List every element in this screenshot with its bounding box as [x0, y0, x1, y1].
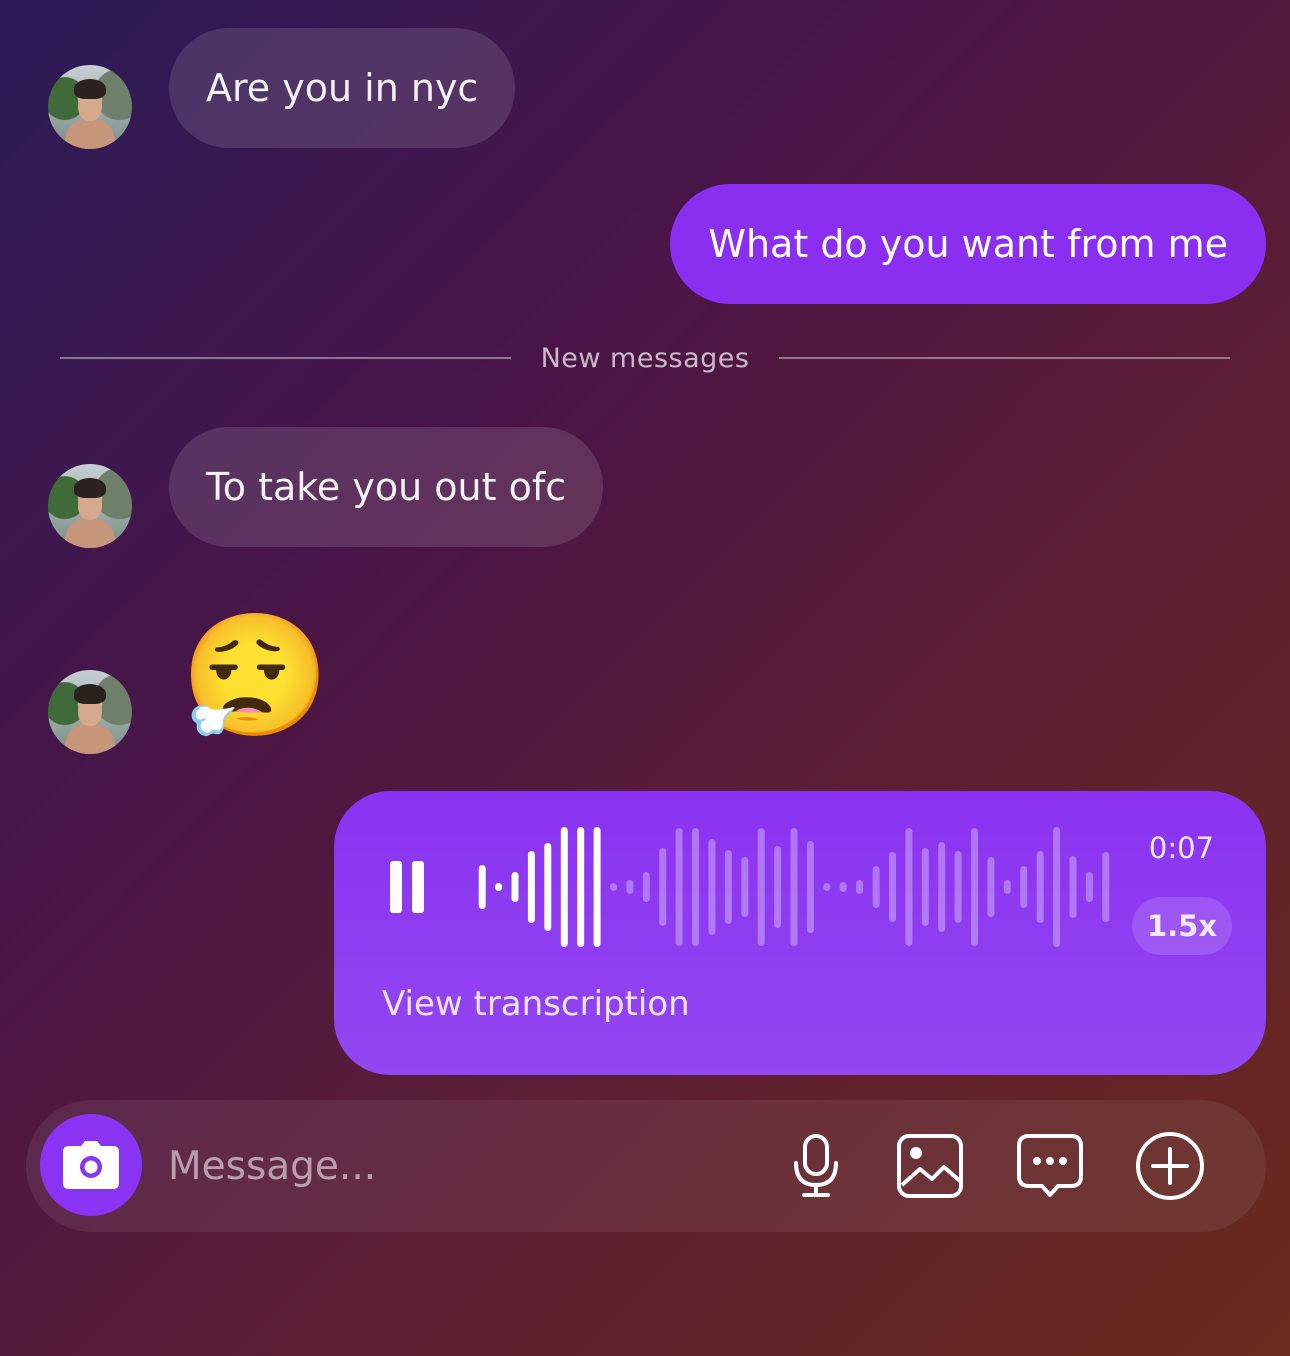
waveform-bar	[1003, 880, 1011, 894]
waveform-bar	[527, 851, 535, 923]
waveform-bar	[495, 883, 503, 891]
avatar-neck	[66, 724, 114, 754]
new-messages-label: New messages	[540, 342, 750, 374]
waveform-bar	[560, 827, 568, 947]
add-button[interactable]	[1134, 1130, 1206, 1202]
message-composer	[26, 1100, 1266, 1232]
waveform-bar	[856, 880, 864, 894]
waveform-bar	[823, 883, 831, 891]
waveform-bar	[921, 848, 929, 926]
waveform-bar	[1069, 856, 1077, 918]
pause-button[interactable]	[390, 861, 424, 913]
waveform-bar	[724, 850, 732, 924]
contact-avatar[interactable]	[48, 670, 132, 754]
waveform-bar	[938, 842, 946, 932]
microphone-icon	[794, 1134, 838, 1197]
gallery-icon	[897, 1134, 963, 1198]
incoming-message-bubble[interactable]: Are you in nyc	[169, 28, 516, 148]
waveform-bar	[1102, 852, 1110, 922]
waveform-bar	[593, 827, 601, 947]
message-options-icon	[1017, 1134, 1083, 1197]
waveform-bar	[659, 848, 667, 926]
waveform-bar	[544, 843, 552, 931]
waveform-bar	[971, 828, 978, 946]
view-transcription-link[interactable]: View transcription	[382, 984, 690, 1024]
waveform-bar	[692, 828, 699, 946]
add-icon	[1136, 1132, 1204, 1200]
pause-icon-bar-left	[390, 861, 402, 913]
waveform-bar	[675, 828, 683, 946]
waveform-bar	[478, 865, 486, 909]
waveform-bar	[577, 827, 585, 947]
outgoing-message-bubble[interactable]: What do you want from me	[670, 184, 1266, 304]
waveform-bar	[1020, 866, 1028, 908]
pause-icon-bar-right	[412, 861, 424, 913]
waveform-bar	[1053, 827, 1061, 947]
gallery-button[interactable]	[894, 1130, 966, 1202]
waveform-bar	[790, 828, 798, 946]
waveform-bar	[889, 852, 896, 922]
waveform-bar	[905, 828, 913, 946]
playback-speed-button[interactable]: 1.5x	[1132, 897, 1232, 955]
waveform-bar	[626, 880, 634, 894]
waveform-bar	[806, 841, 814, 933]
incoming-message-bubble[interactable]: To take you out ofc	[169, 427, 604, 547]
camera-icon	[63, 1141, 119, 1189]
waveform-bar	[954, 851, 962, 923]
waveform-bar	[708, 839, 716, 935]
waveform-bar	[757, 828, 765, 946]
message-input[interactable]	[168, 1100, 728, 1232]
avatar-neck	[66, 119, 114, 149]
avatar-hair	[74, 478, 106, 498]
waveform-bar	[1085, 872, 1093, 902]
waveform-bar	[872, 866, 880, 908]
voice-message-bubble[interactable]: 0:07 1.5x View transcription	[334, 791, 1266, 1075]
waveform-bar	[741, 857, 749, 917]
new-messages-divider: New messages	[60, 336, 1231, 380]
voice-record-button[interactable]	[780, 1130, 852, 1202]
camera-button[interactable]	[40, 1114, 142, 1216]
divider-line-right	[779, 357, 1231, 359]
avatar-neck	[66, 518, 114, 548]
waveform-bar	[642, 872, 650, 902]
waveform-bar	[610, 883, 617, 891]
audio-waveform[interactable]	[474, 821, 1114, 953]
voice-duration: 0:07	[1148, 831, 1214, 865]
waveform-bar	[774, 846, 782, 928]
avatar-hair	[74, 684, 106, 704]
waveform-bar	[839, 882, 847, 892]
contact-avatar[interactable]	[48, 464, 132, 548]
divider-line-left	[60, 357, 511, 359]
waveform-bar	[511, 872, 519, 902]
contact-avatar[interactable]	[48, 65, 132, 149]
face-exhaling-emoji-message[interactable]: 😮‍💨	[180, 610, 329, 746]
message-options-button[interactable]	[1014, 1130, 1086, 1202]
waveform-bar	[987, 857, 995, 917]
avatar-hair	[74, 79, 106, 99]
waveform-bar	[1036, 851, 1044, 923]
